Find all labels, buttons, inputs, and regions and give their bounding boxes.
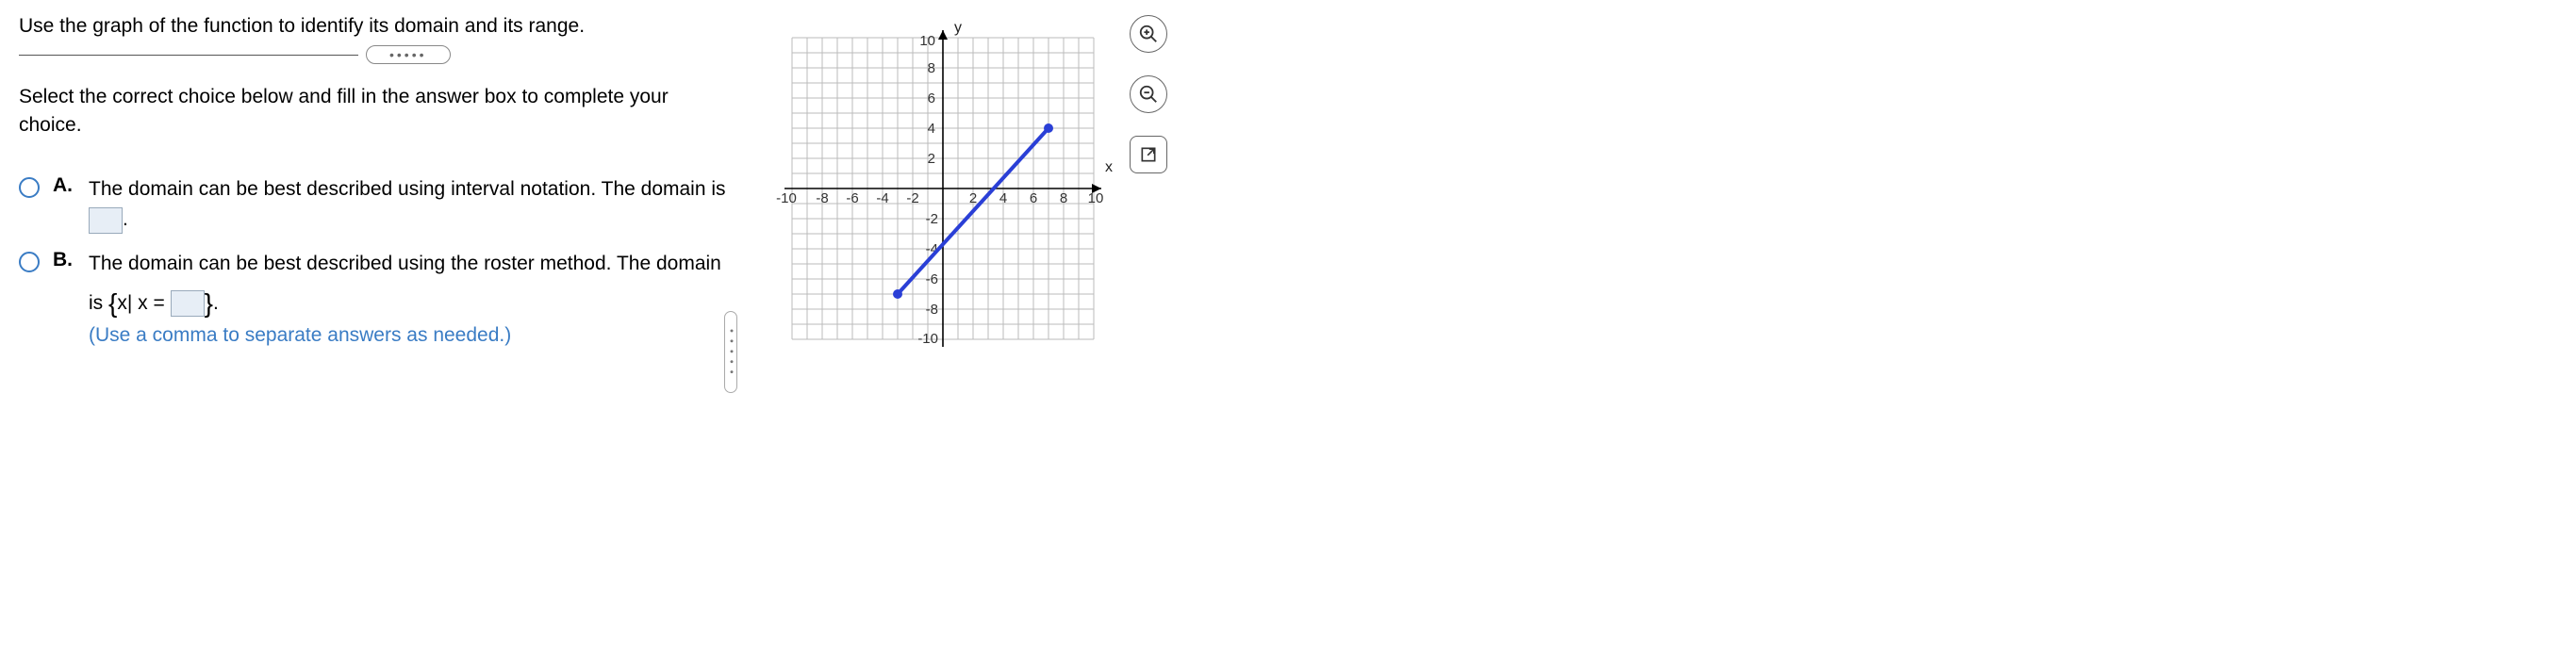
zoom-out-icon: [1138, 84, 1159, 105]
question-text: Use the graph of the function to identif…: [19, 15, 735, 38]
svg-text:8: 8: [1060, 190, 1067, 206]
popout-button[interactable]: [1130, 136, 1167, 173]
divider-line: [19, 55, 358, 56]
popout-icon: [1139, 145, 1158, 164]
choice-a-suffix: .: [123, 208, 128, 230]
choice-b-hint: (Use a comma to separate answers as need…: [89, 324, 511, 346]
choice-a-line1: The domain can be best described using i…: [89, 178, 726, 200]
expand-dots[interactable]: •••••: [366, 45, 451, 64]
brace-close: }: [205, 288, 213, 318]
svg-text:-6: -6: [846, 190, 858, 206]
endpoint-right: [1044, 123, 1053, 133]
svg-text:4: 4: [999, 190, 1007, 206]
vertical-expand-dots[interactable]: • • • • •: [724, 311, 737, 393]
y-axis-label: y: [954, 20, 962, 36]
svg-text:-2: -2: [926, 211, 938, 227]
svg-text:4: 4: [928, 121, 935, 137]
svg-text:6: 6: [928, 90, 935, 107]
svg-text:2: 2: [928, 151, 935, 167]
choice-b-prefix: is: [89, 292, 108, 314]
svg-text:2: 2: [969, 190, 977, 206]
choice-b-label: B.: [53, 249, 75, 271]
divider: •••••: [19, 45, 735, 64]
svg-text:-8: -8: [926, 302, 938, 318]
svg-text:-10: -10: [917, 331, 938, 347]
choice-b-mid: x| x =: [117, 292, 170, 314]
svg-text:-6: -6: [926, 271, 938, 287]
x-axis-label: x: [1105, 159, 1113, 175]
graph: x y -10 -8 -6 -4 -2 2 4 6 8 10 2 4 6 8 1…: [773, 19, 1113, 358]
svg-text:-10: -10: [776, 190, 797, 206]
choice-a-label: A.: [53, 174, 75, 197]
choice-a-body: The domain can be best described using i…: [89, 174, 735, 236]
zoom-out-button[interactable]: [1130, 75, 1167, 113]
svg-text:10: 10: [919, 33, 935, 49]
choice-b-suffix: .: [213, 292, 219, 314]
choice-b: B. The domain can be best described usin…: [19, 249, 735, 351]
graph-tools: [1130, 15, 1167, 173]
choice-b-input[interactable]: [171, 290, 205, 317]
instruction-text: Select the correct choice below and fill…: [19, 83, 735, 140]
choice-a: A. The domain can be best described usin…: [19, 174, 735, 236]
brace-open: {: [108, 288, 117, 318]
radio-a[interactable]: [19, 177, 40, 198]
radio-b[interactable]: [19, 252, 40, 272]
choice-b-line1: The domain can be best described using t…: [89, 253, 721, 274]
svg-text:10: 10: [1088, 190, 1104, 206]
choice-a-input[interactable]: [89, 207, 123, 234]
svg-text:8: 8: [928, 60, 935, 76]
zoom-in-icon: [1138, 24, 1159, 44]
svg-text:-2: -2: [906, 190, 918, 206]
zoom-in-button[interactable]: [1130, 15, 1167, 53]
svg-text:6: 6: [1030, 190, 1037, 206]
svg-text:-4: -4: [876, 190, 888, 206]
svg-text:-8: -8: [816, 190, 828, 206]
choice-b-body: The domain can be best described using t…: [89, 249, 735, 351]
endpoint-left: [893, 289, 902, 299]
